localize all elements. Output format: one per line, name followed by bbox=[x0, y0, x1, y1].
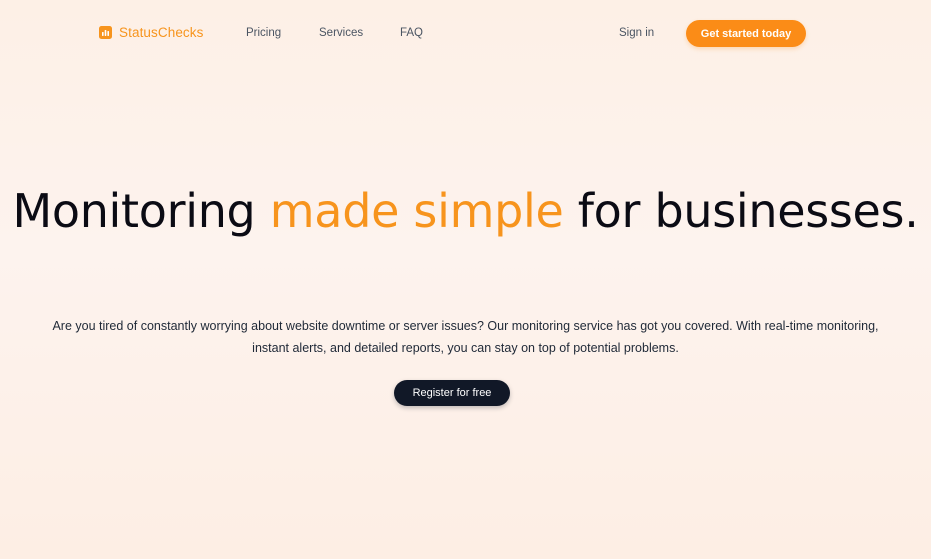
nav-link-faq[interactable]: FAQ bbox=[400, 27, 423, 39]
brand-logo-link[interactable]: StatusChecks bbox=[99, 25, 204, 40]
sign-in-link[interactable]: Sign in bbox=[619, 27, 654, 39]
top-navigation: StatusChecks Pricing Services FAQ Sign i… bbox=[0, 0, 931, 68]
hero-title-accent: made simple bbox=[269, 184, 564, 238]
nav-link-pricing[interactable]: Pricing bbox=[246, 27, 281, 39]
hero-title: Monitoring made simple for businesses. bbox=[0, 183, 931, 240]
hero-title-part1: Monitoring bbox=[12, 184, 270, 238]
register-button[interactable]: Register for free bbox=[394, 380, 510, 406]
brand-name: StatusChecks bbox=[119, 25, 204, 40]
bar-chart-icon bbox=[99, 26, 112, 39]
nav-link-services[interactable]: Services bbox=[319, 27, 363, 39]
get-started-button[interactable]: Get started today bbox=[686, 20, 806, 47]
hero-title-part2: for businesses. bbox=[563, 184, 919, 238]
hero-description: Are you tired of constantly worrying abo… bbox=[52, 319, 879, 355]
